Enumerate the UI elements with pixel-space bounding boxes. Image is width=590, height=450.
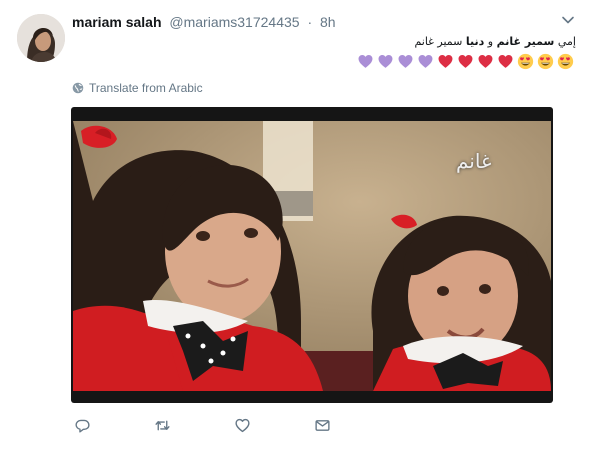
globe-icon xyxy=(72,82,84,94)
tweet-text-part: و xyxy=(484,35,497,48)
avatar[interactable] xyxy=(17,14,65,62)
heart-eyes-emoji-icon xyxy=(517,53,534,70)
like-icon xyxy=(234,418,250,432)
tweet-text-part: إمي xyxy=(554,35,576,48)
video-watermark: غانم xyxy=(456,149,492,173)
red-heart-emoji-icon xyxy=(498,54,513,68)
tweet-text-bold[interactable]: دنيا xyxy=(466,35,484,48)
red-heart-emoji-icon xyxy=(458,54,473,68)
tweet-text: إمي سمير غانم و دنيا سمير غانم xyxy=(76,33,576,50)
like-button[interactable] xyxy=(232,415,252,435)
tweet-timestamp[interactable]: 8h xyxy=(320,14,336,30)
purple-heart-emoji-icon xyxy=(378,54,393,68)
heart-eyes-emoji-icon xyxy=(537,53,554,70)
chevron-down-icon[interactable] xyxy=(560,12,576,28)
reply-icon xyxy=(74,419,90,433)
purple-heart-emoji-icon xyxy=(418,54,433,68)
direct-message-button[interactable] xyxy=(312,415,332,435)
heart-eyes-emoji-icon xyxy=(557,53,574,70)
separator-dot: · xyxy=(307,14,313,30)
red-heart-emoji-icon xyxy=(438,54,453,68)
retweet-icon xyxy=(154,420,170,430)
emoji-row xyxy=(357,53,574,70)
tweet-text-part: سمير غانم xyxy=(414,35,466,48)
tweet-card[interactable]: mariam salah @mariams31724435 · 8h إمي س… xyxy=(0,0,590,450)
message-icon xyxy=(314,419,330,431)
translate-link[interactable]: Translate from Arabic xyxy=(72,81,203,95)
red-heart-emoji-icon xyxy=(478,54,493,68)
tweet-text-bold[interactable]: سمير غانم xyxy=(497,35,555,48)
tweet-header: mariam salah @mariams31724435 · 8h xyxy=(72,13,336,31)
author-handle[interactable]: @mariams31724435 xyxy=(169,14,299,30)
purple-heart-emoji-icon xyxy=(358,54,373,68)
tweet-actions xyxy=(72,415,332,435)
retweet-button[interactable] xyxy=(152,415,172,435)
author-name[interactable]: mariam salah xyxy=(72,14,162,30)
translate-label[interactable]: Translate from Arabic xyxy=(89,81,203,95)
tweet-media-video[interactable]: غانم xyxy=(71,107,553,403)
purple-heart-emoji-icon xyxy=(398,54,413,68)
reply-button[interactable] xyxy=(72,415,92,435)
